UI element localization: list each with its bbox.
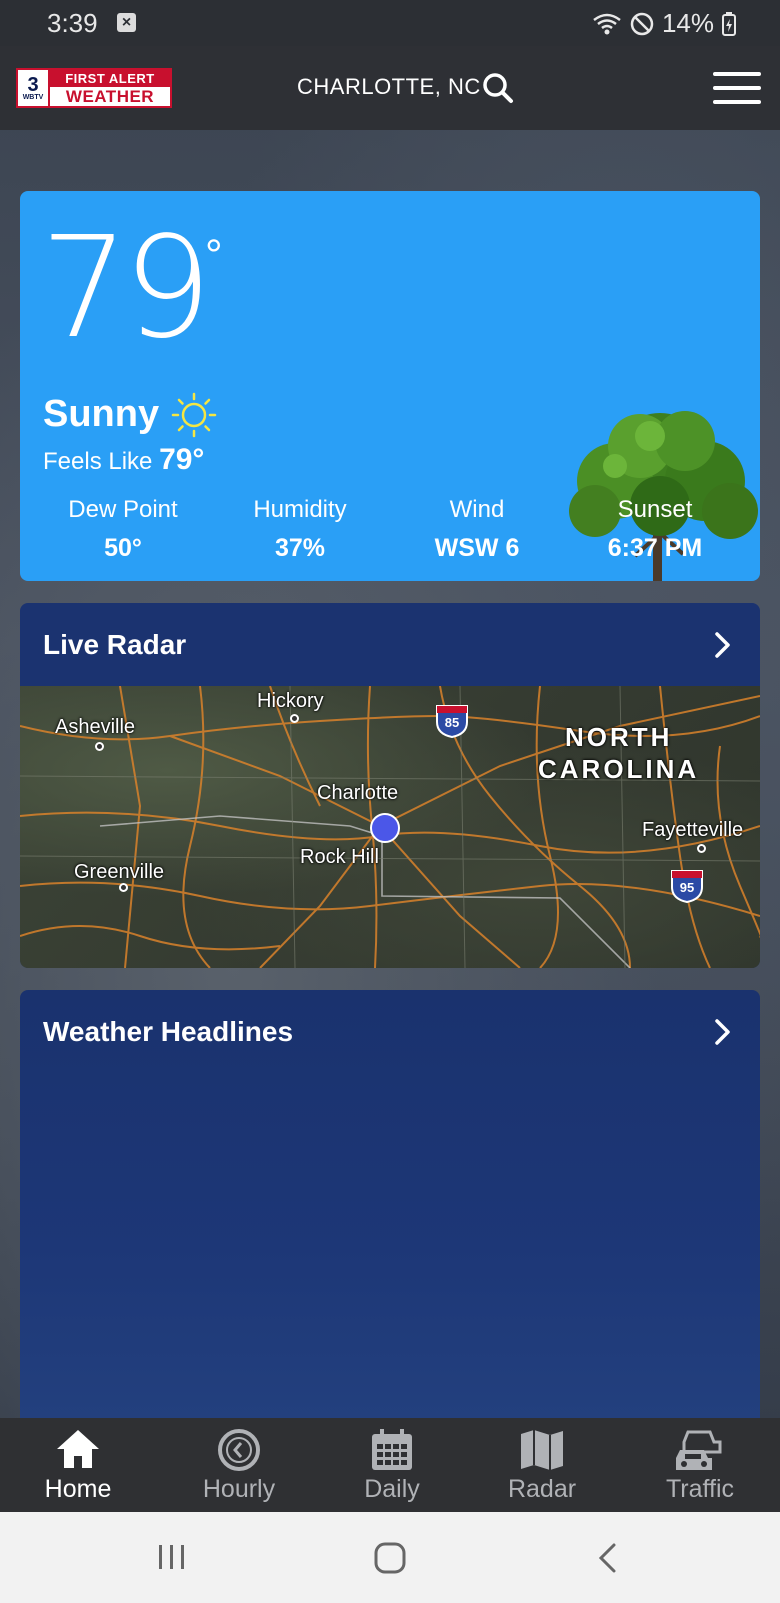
map-label-carolina: CAROLINA xyxy=(538,754,700,784)
status-bar: 3:39 × 14% xyxy=(0,0,780,46)
battery-percent: 14% xyxy=(661,8,714,38)
degree-symbol: ° xyxy=(205,231,223,280)
search-icon[interactable] xyxy=(482,72,514,104)
weather-headlines-title: Weather Headlines xyxy=(43,1016,294,1047)
radar-map[interactable]: Hickory Asheville NORTH CAROLINA Charlot… xyxy=(20,686,760,968)
chevron-right-icon[interactable] xyxy=(714,631,732,659)
live-radar-card[interactable]: Live Radar Hickory Asheville NORTH CAROL… xyxy=(20,603,760,968)
stat-sunset: Sunset 6:37 PM xyxy=(570,496,740,563)
tab-label: Radar xyxy=(507,1475,577,1503)
tab-home[interactable]: Home xyxy=(0,1418,156,1512)
sun-icon xyxy=(171,392,217,438)
map-label-greenville: Greenville xyxy=(74,861,165,883)
home-nav-icon[interactable] xyxy=(374,1542,406,1574)
stat-humidity: Humidity 37% xyxy=(215,496,385,563)
map-label-charlotte: Charlotte xyxy=(317,782,399,804)
shield-number: 85 xyxy=(444,715,460,730)
city-marker xyxy=(697,844,706,853)
back-icon[interactable] xyxy=(596,1542,618,1574)
logo-channel: 3 xyxy=(27,73,39,96)
current-location-marker xyxy=(370,813,400,843)
stat-value: 6:37 PM xyxy=(607,534,703,562)
logo-line2: WEATHER xyxy=(50,87,170,106)
clock-icon xyxy=(218,1429,260,1471)
logo-line1: FIRST ALERT xyxy=(50,70,170,87)
city-marker xyxy=(290,714,299,723)
feels-like-label: Feels Like xyxy=(43,448,153,475)
weather-headlines-card[interactable]: Weather Headlines xyxy=(20,990,760,1420)
tab-label: Traffic xyxy=(665,1475,735,1503)
tab-label: Home xyxy=(44,1475,112,1503)
status-icons: 14% xyxy=(592,8,736,39)
tab-traffic[interactable]: Traffic xyxy=(622,1418,778,1512)
feels-like: Feels Like 79° xyxy=(43,443,204,477)
location-label[interactable]: CHARLOTTE, NC xyxy=(297,74,481,100)
city-marker xyxy=(95,742,104,751)
wifi-icon xyxy=(593,13,621,34)
stat-value: WSW 6 xyxy=(434,534,520,562)
stat-label: Wind xyxy=(449,496,505,523)
interstate-shield-95: 95 xyxy=(670,869,704,903)
map-label-rock-hill: Rock Hill xyxy=(300,846,379,868)
current-condition: Sunny xyxy=(43,393,160,435)
map-label-north: NORTH xyxy=(565,722,673,752)
calendar-icon xyxy=(372,1429,412,1470)
stat-value: 37% xyxy=(274,534,326,562)
home-icon xyxy=(57,1430,99,1468)
logo-call-sign: WBTV xyxy=(22,93,44,101)
live-radar-title: Live Radar xyxy=(43,629,187,660)
tab-label: Hourly xyxy=(202,1475,276,1503)
recent-apps-icon[interactable] xyxy=(157,1542,187,1572)
city-marker xyxy=(119,883,128,892)
chevron-right-icon[interactable] xyxy=(714,1018,732,1046)
stat-value: 50° xyxy=(104,534,142,562)
stat-wind: Wind WSW 6 xyxy=(392,496,562,563)
feels-like-value: 79° xyxy=(159,443,205,476)
do-not-disturb-icon xyxy=(630,12,654,35)
status-time: 3:39 xyxy=(47,8,98,38)
map-icon xyxy=(521,1430,563,1470)
tab-daily[interactable]: Daily xyxy=(314,1418,470,1512)
battery-icon xyxy=(722,11,736,36)
logo-mark: 3 WBTV xyxy=(18,70,50,106)
logo-text: FIRST ALERT WEATHER xyxy=(50,70,170,106)
app-header: 3 WBTV FIRST ALERT WEATHER CHARLOTTE, NC xyxy=(0,46,780,130)
map-label-fayetteville: Fayetteville xyxy=(642,819,744,841)
stat-label: Sunset xyxy=(617,496,693,523)
interstate-shield-85: 85 xyxy=(435,704,469,738)
stat-label: Humidity xyxy=(253,496,347,523)
current-temperature: 79 xyxy=(40,207,212,370)
bottom-tab-bar: Home Hourly Daily Radar Traffic xyxy=(0,1418,780,1512)
map-label-asheville: Asheville xyxy=(55,716,136,738)
system-nav-bar xyxy=(0,1512,780,1603)
stat-dew-point: Dew Point 50° xyxy=(38,496,208,563)
notification-icon: × xyxy=(117,13,136,32)
tab-label: Daily xyxy=(364,1475,420,1503)
map-label-hickory: Hickory xyxy=(257,690,324,712)
tab-radar[interactable]: Radar xyxy=(464,1418,620,1512)
hamburger-menu-icon[interactable] xyxy=(713,72,761,104)
cars-icon xyxy=(676,1430,722,1470)
shield-number: 95 xyxy=(679,880,695,895)
station-logo[interactable]: 3 WBTV FIRST ALERT WEATHER xyxy=(16,68,172,108)
tab-hourly[interactable]: Hourly xyxy=(161,1418,317,1512)
stat-label: Dew Point xyxy=(68,496,178,523)
current-conditions-card[interactable]: 79 ° Sunny Feels Like 79° Dew Point 50° … xyxy=(20,191,760,581)
